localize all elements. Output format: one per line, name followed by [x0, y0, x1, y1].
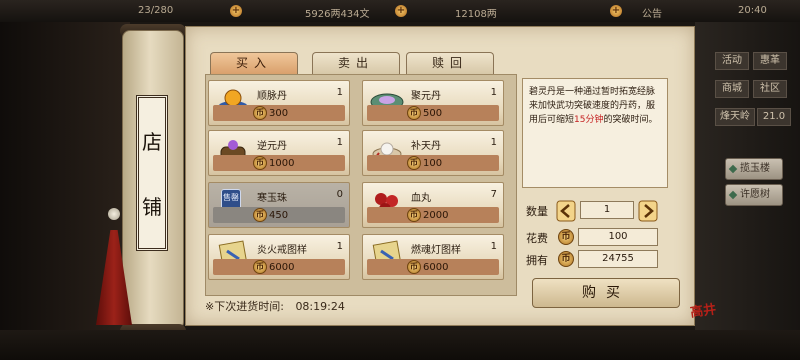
- item-name: 逆元丹: [257, 141, 287, 152]
- bottom-bar: [0, 330, 800, 360]
- tab-buy[interactable]: 买入: [210, 52, 298, 74]
- coin-icon: 币: [407, 260, 421, 274]
- add-silver-icon[interactable]: +: [395, 5, 407, 17]
- coin-icon: 币: [558, 251, 574, 267]
- restock-label: ※下次进货时间:: [205, 300, 284, 313]
- item-count: 1: [336, 241, 343, 252]
- item-price: 300: [269, 108, 289, 119]
- restock-timer: ※下次进货时间: 08:19:24: [205, 298, 345, 314]
- community-button[interactable]: 社区: [753, 80, 787, 98]
- item-description: 碧灵丹是一种通过暂时拓宽经脉来加快武功突破速度的丹药，服用后可缩短15分钟的突破…: [522, 78, 668, 188]
- item-price: 500: [423, 108, 443, 119]
- item-slot[interactable]: 补天丹 1 币 100: [362, 130, 504, 176]
- jade-hall-button[interactable]: 揽玉楼: [725, 158, 783, 180]
- red-seal-stamp: 高井: [689, 302, 718, 321]
- coin-icon: 币: [253, 208, 267, 222]
- coin-icon: 币: [407, 106, 421, 120]
- item-price: 450: [269, 210, 289, 221]
- stamina-value: 23/280: [138, 5, 174, 16]
- item-slot[interactable]: 顺脉丹 1 币 300: [208, 80, 350, 126]
- coin-icon: 币: [558, 229, 574, 245]
- item-price: 2000: [423, 210, 449, 221]
- item-count: 7: [490, 189, 497, 200]
- coin-icon: 币: [253, 260, 267, 274]
- tab-sell[interactable]: 卖出: [312, 52, 400, 74]
- clock: 20:40: [738, 5, 767, 16]
- item-name: 炎火戒图样: [257, 245, 307, 256]
- item-slot[interactable]: 聚元丹 1 币 500: [362, 80, 504, 126]
- tab-redeem[interactable]: 赎回: [406, 52, 494, 74]
- description-highlight: 15分钟: [574, 115, 604, 125]
- item-name: 顺脉丹: [257, 91, 287, 102]
- item-price: 100: [423, 158, 443, 169]
- item-count: 0: [336, 189, 343, 200]
- owned-value: 24755: [578, 250, 658, 268]
- item-price: 6000: [269, 262, 295, 273]
- activity-button[interactable]: 活动: [715, 52, 749, 70]
- item-name: 聚元丹: [411, 91, 441, 102]
- announcement-button[interactable]: 公告: [642, 5, 662, 20]
- item-count: 1: [490, 241, 497, 252]
- quantity-label: 数量: [526, 205, 548, 218]
- decrease-arrow-icon[interactable]: [556, 200, 576, 222]
- shop-title-char-2: 铺: [142, 195, 162, 219]
- coin-icon: 币: [253, 156, 267, 170]
- cost-label: 花费: [526, 232, 548, 245]
- level-label: 21.0: [757, 108, 791, 126]
- item-count: 1: [490, 137, 497, 148]
- shop-title: 店 铺: [136, 95, 168, 251]
- item-count: 1: [490, 87, 497, 98]
- item-price: 1000: [269, 158, 295, 169]
- coin-icon: 币: [253, 106, 267, 120]
- item-price: 6000: [423, 262, 449, 273]
- owned-label: 拥有: [526, 254, 548, 267]
- buy-button[interactable]: 购买: [532, 278, 680, 308]
- item-slot[interactable]: 血丸 7 币 2000: [362, 182, 504, 228]
- item-name: 燃魂灯图样: [411, 245, 461, 256]
- description-text-end: 的突破时间。: [603, 115, 658, 125]
- add-stamina-icon[interactable]: +: [230, 5, 242, 17]
- item-count: 1: [336, 87, 343, 98]
- item-count: 1: [336, 137, 343, 148]
- item-name: 补天丹: [411, 141, 441, 152]
- item-slot[interactable]: 逆元丹 1 币 1000: [208, 130, 350, 176]
- cost-value: 100: [578, 228, 658, 246]
- quantity-input[interactable]: 1: [580, 201, 634, 219]
- wish-tree-button[interactable]: 许愿树: [725, 184, 783, 206]
- item-name: 血丸: [411, 193, 431, 204]
- item-name: 寒玉珠: [257, 193, 287, 204]
- city-button[interactable]: 惠革: [753, 52, 787, 70]
- item-slot[interactable]: 炎火戒图样 1 币 6000: [208, 234, 350, 280]
- top-hud: 23/280 + 5926两434文 + 12108两 + 公告 20:40: [0, 0, 800, 22]
- tassel-bead-icon: [108, 208, 120, 220]
- add-gold-icon[interactable]: +: [610, 5, 622, 17]
- mall-button[interactable]: 商城: [715, 80, 749, 98]
- item-slot[interactable]: 燃魂灯图样 1 币 6000: [362, 234, 504, 280]
- restock-time: 08:19:24: [295, 300, 345, 313]
- location-label: 烽天岭: [715, 108, 755, 126]
- coin-icon: 币: [407, 208, 421, 222]
- coin-icon: 币: [407, 156, 421, 170]
- silver-value: 5926两434文: [305, 9, 370, 20]
- item-slot-sold-out[interactable]: 售罄 寒玉珠 0 币 450: [208, 182, 350, 228]
- increase-arrow-icon[interactable]: [638, 200, 658, 222]
- shop-title-char-1: 店: [142, 130, 162, 154]
- gold-value: 12108两: [455, 9, 497, 20]
